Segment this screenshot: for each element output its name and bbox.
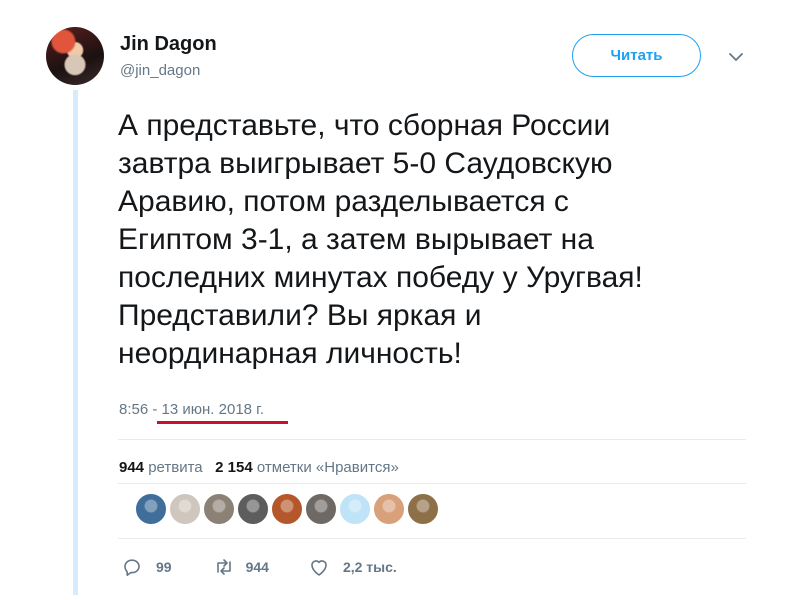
retweet-button[interactable]: 944 — [212, 555, 269, 579]
retweets-label: ретвита — [148, 459, 203, 476]
liker-avatar-6[interactable] — [305, 493, 337, 525]
divider-top — [118, 439, 746, 440]
divider-bottom — [118, 538, 746, 539]
like-count: 2,2 тыс. — [342, 559, 397, 575]
reply-button[interactable]: 99 — [120, 555, 172, 579]
liker-avatar-3[interactable] — [203, 493, 235, 525]
liker-avatar-2[interactable] — [169, 493, 201, 525]
retweet-count: 944 — [245, 559, 269, 575]
user-handle[interactable]: @jin_dagon — [120, 62, 200, 79]
liker-avatar-9[interactable] — [407, 493, 439, 525]
divider-stats — [118, 483, 746, 484]
avatar[interactable] — [46, 27, 104, 85]
tweet-date[interactable]: 13 июн. 2018 г. — [162, 401, 264, 418]
tweet-stats: 944 ретвита 2 154 отметки «Нравится» — [119, 459, 399, 476]
follow-button[interactable]: Читать — [572, 34, 701, 77]
tweet-actions: 99 944 2,2 тыс. — [120, 555, 397, 579]
reply-count: 99 — [156, 559, 172, 575]
like-button[interactable]: 2,2 тыс. — [307, 555, 397, 579]
chevron-down-icon[interactable] — [727, 48, 745, 66]
liker-avatar-8[interactable] — [373, 493, 405, 525]
user-name[interactable]: Jin Dagon — [120, 33, 217, 56]
date-underline-annotation — [157, 421, 288, 424]
likes-label: отметки «Нравится» — [256, 459, 399, 476]
liker-avatars — [135, 493, 439, 525]
liker-avatar-1[interactable] — [135, 493, 167, 525]
retweets-count: 944 — [119, 459, 145, 476]
retweet-icon — [216, 559, 231, 575]
heart-icon — [311, 560, 327, 576]
liker-avatar-4[interactable] — [237, 493, 269, 525]
retweets-stat[interactable]: 944 ретвита — [119, 459, 203, 476]
timestamp-separator: - — [148, 401, 162, 418]
tweet-time[interactable]: 8:56 — [119, 401, 148, 418]
tweet-timestamp[interactable]: 8:56 - 13 июн. 2018 г. — [119, 401, 264, 418]
reply-icon — [124, 559, 140, 576]
thread-line — [73, 90, 78, 595]
likes-stat[interactable]: 2 154 отметки «Нравится» — [215, 459, 399, 476]
tweet-text: А представьте, что сборная России завтра… — [118, 109, 643, 370]
likes-count: 2 154 — [215, 459, 253, 476]
liker-avatar-7[interactable] — [339, 493, 371, 525]
liker-avatar-5[interactable] — [271, 493, 303, 525]
